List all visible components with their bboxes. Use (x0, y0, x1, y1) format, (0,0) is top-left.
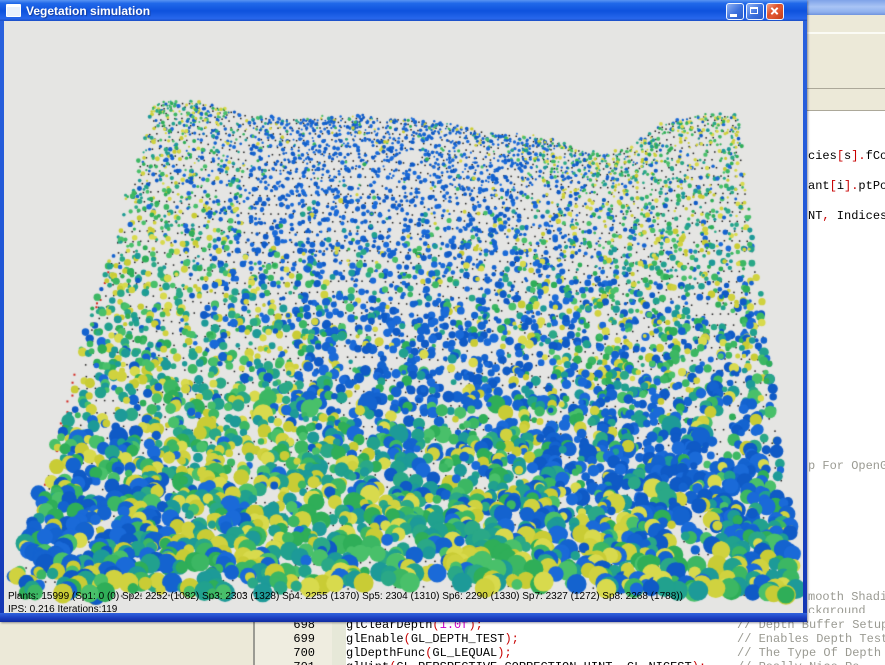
code-fragment: p For OpenG (808, 460, 885, 473)
vegetation-simulation-window: Vegetation simulation Plants: 15999 (Sp1… (0, 0, 807, 622)
close-button[interactable] (766, 3, 784, 20)
code-text: glDepthFunc(GL_LEQUAL); (346, 647, 512, 660)
status-plants-text: Plants: 15999 (Sp1: 0 (0) Sp2: 2252 (108… (8, 591, 683, 602)
code-editor-right-fragment[interactable]: cies[s].fCo ant[i].ptPo NT, Indices p For O… (807, 110, 885, 614)
ide-toolbar-fragment (807, 15, 885, 110)
code-fragment: ant[i].ptPo (808, 180, 885, 193)
code-comment: // The Type Of Depth T (737, 647, 885, 660)
toolbar-divider (807, 88, 885, 89)
screen: cies[s].fCo ant[i].ptPo NT, Indices p For O… (0, 0, 885, 665)
simulation-canvas[interactable] (4, 21, 803, 613)
code-line[interactable]: 701 glHint(GL_PERSPECTIVE_CORRECTION_HINT… (0, 661, 885, 665)
code-comment: // Enables Depth Testi (737, 633, 885, 646)
code-fragment: mooth Shadi (808, 591, 885, 604)
maximize-button[interactable] (746, 3, 764, 20)
render-viewport[interactable]: Plants: 15999 (Sp1: 0 (0) Sp2: 2252 (108… (4, 21, 803, 613)
code-text: glHint(GL_PERSPECTIVE_CORRECTION_HINT, G… (346, 661, 706, 665)
window-controls (726, 3, 784, 20)
code-comment: // Really Nice Pe (737, 661, 859, 665)
app-icon (6, 4, 21, 17)
line-number: 700 (255, 647, 315, 660)
code-fragment: cies[s].fCo (808, 150, 885, 163)
titlebar[interactable]: Vegetation simulation (0, 0, 807, 21)
minimize-button[interactable] (726, 3, 744, 20)
toolbar-divider (807, 32, 885, 34)
code-text: glEnable(GL_DEPTH_TEST); (346, 633, 519, 646)
line-number: 699 (255, 633, 315, 646)
code-line[interactable]: 699 glEnable(GL_DEPTH_TEST); // Enables De… (0, 633, 885, 646)
window-title: Vegetation simulation (26, 4, 150, 18)
window-bottom-border (0, 613, 807, 622)
line-number: 701 (255, 661, 315, 665)
background-titlebar-fragment[interactable] (807, 0, 885, 15)
code-line[interactable]: 700 glDepthFunc(GL_LEQUAL); // The Type Of… (0, 647, 885, 660)
code-fragment: NT, Indices (808, 210, 885, 223)
